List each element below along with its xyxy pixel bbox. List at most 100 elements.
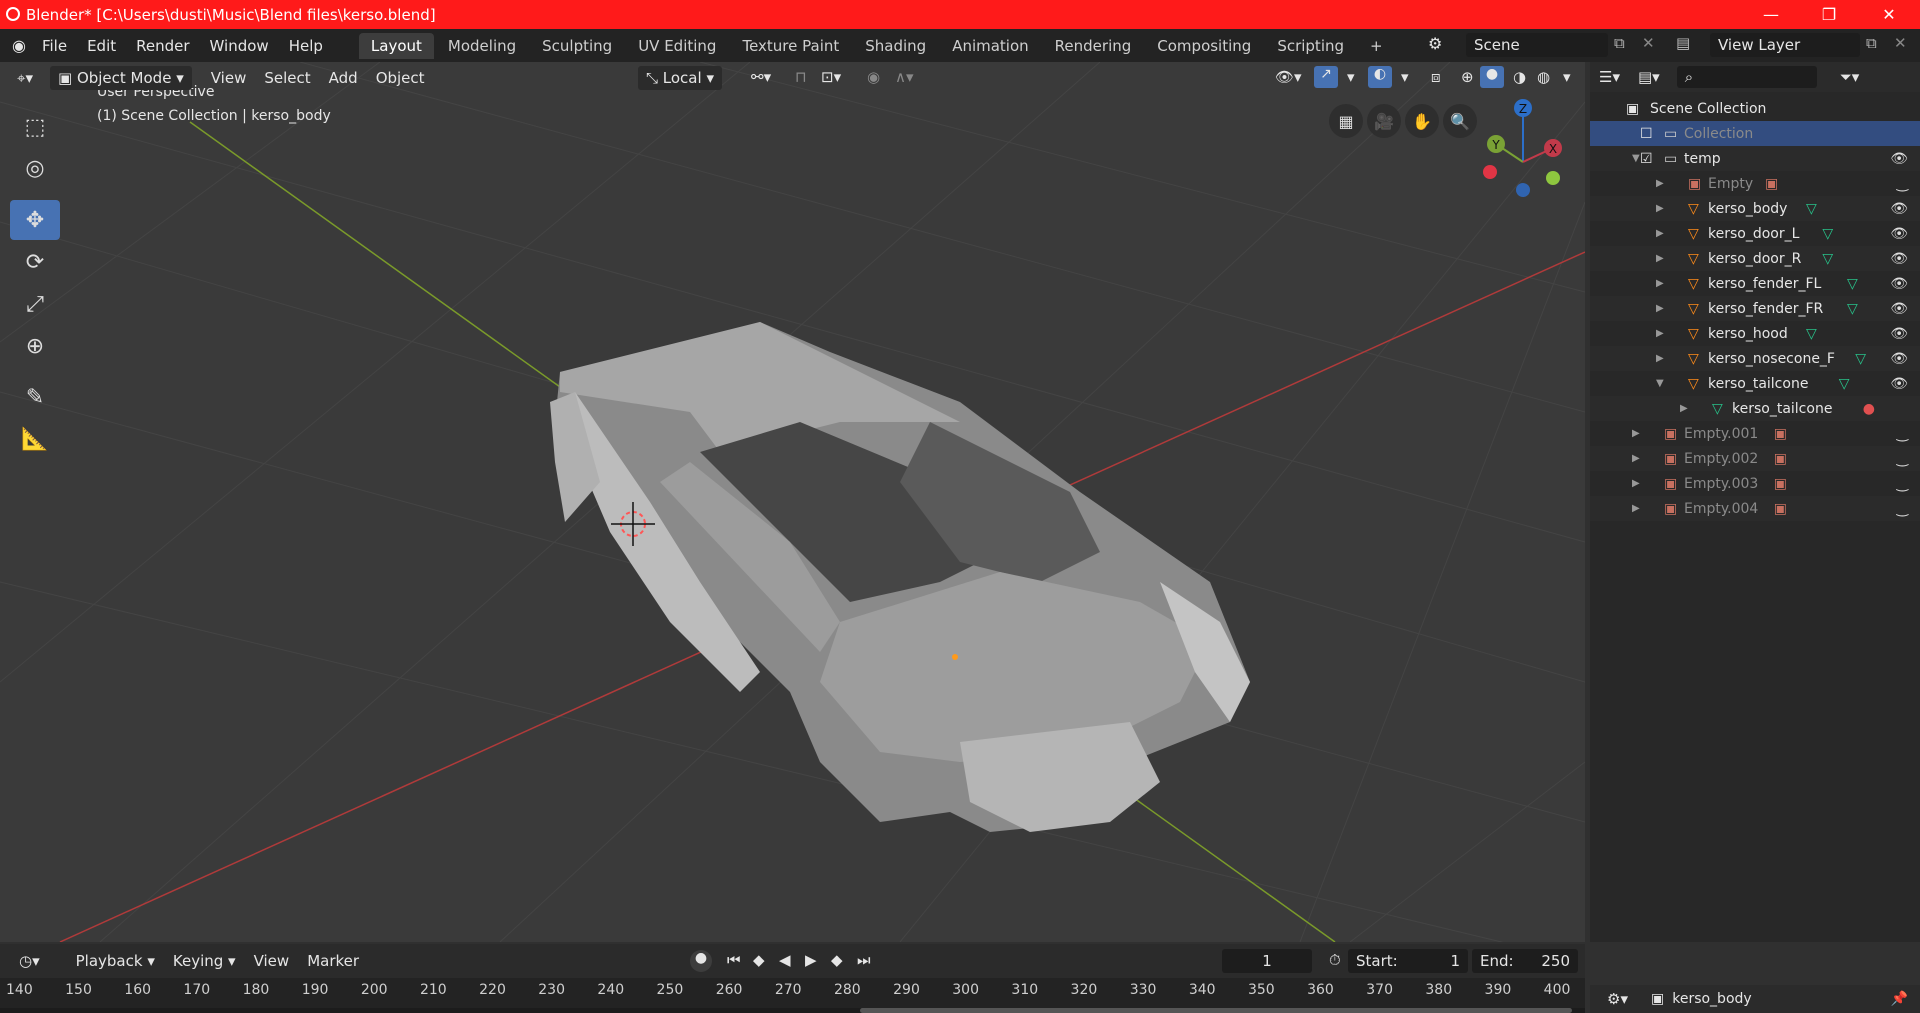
mesh-data-icon[interactable]: ▽ xyxy=(1822,251,1833,267)
visibility-eye-icon[interactable]: ‿ xyxy=(1897,476,1908,492)
add-workspace-button[interactable]: + xyxy=(1358,33,1395,59)
pin-icon[interactable]: 📌 xyxy=(1891,991,1908,1007)
editor-type-icon[interactable]: ⌖▾ xyxy=(8,66,42,90)
expand-arrow-icon[interactable]: ▶ xyxy=(1656,228,1664,239)
menu-add[interactable]: Add xyxy=(320,66,367,90)
current-frame-field[interactable]: 1 xyxy=(1222,949,1312,973)
tab-compositing[interactable]: Compositing xyxy=(1145,33,1263,59)
scene-selector-icon[interactable]: ⚙ xyxy=(1428,34,1442,53)
outliner-editor-type-icon[interactable]: ☰▾ xyxy=(1590,65,1629,89)
outliner-item-kerso-tailcone[interactable]: ▶ ▽ kerso_tailcone ● xyxy=(1590,396,1920,421)
tab-animation[interactable]: Animation xyxy=(940,33,1040,59)
pivot-point-icon[interactable]: ⚯▾ xyxy=(742,65,780,89)
expand-arrow-icon[interactable]: ▶ xyxy=(1680,403,1688,414)
expand-arrow-icon[interactable]: ▶ xyxy=(1632,428,1640,439)
menu-marker[interactable]: Marker xyxy=(298,949,368,973)
outliner-item-empty-004[interactable]: ▶ ▣ Empty.004 ▣ ‿ xyxy=(1590,496,1920,521)
transform-tool[interactable]: ⊕ xyxy=(10,326,60,366)
outliner-item-kerso-nosecone-f[interactable]: ▶ ▽ kerso_nosecone_F ▽ 👁 xyxy=(1590,346,1920,371)
new-scene-icon[interactable]: ⧉ xyxy=(1614,34,1625,52)
xray-icon[interactable]: ⧈ xyxy=(1422,65,1450,89)
menu-render[interactable]: Render xyxy=(126,37,199,55)
cursor-tool[interactable]: ◎ xyxy=(10,148,60,188)
empty-data-icon[interactable]: ▣ xyxy=(1774,501,1787,517)
overlay-dropdown-icon[interactable]: ▾ xyxy=(1392,65,1418,89)
menu-playback[interactable]: Playback ▾ xyxy=(67,949,164,973)
visibility-icon[interactable]: 👁▾ xyxy=(1266,65,1311,89)
visibility-eye-icon[interactable]: 👁 xyxy=(1890,301,1908,317)
new-view-layer-icon[interactable]: ⧉ xyxy=(1866,34,1877,52)
expand-arrow-icon[interactable]: ▶ xyxy=(1656,353,1664,364)
visibility-eye-icon[interactable]: 👁 xyxy=(1890,351,1908,367)
mesh-data-icon[interactable]: ▽ xyxy=(1847,276,1858,292)
snap-target-icon[interactable]: ⊡▾ xyxy=(812,65,850,89)
end-frame-field[interactable]: End: 250 xyxy=(1472,949,1578,973)
overlay-toggle-icon[interactable]: ◐ xyxy=(1368,66,1392,88)
tab-modeling[interactable]: Modeling xyxy=(436,33,528,59)
outliner-item-empty-002[interactable]: ▶ ▣ Empty.002 ▣ ‿ xyxy=(1590,446,1920,471)
mesh-data-icon[interactable]: ▽ xyxy=(1806,326,1817,342)
menu-view[interactable]: View xyxy=(202,66,256,90)
tab-scripting[interactable]: Scripting xyxy=(1265,33,1356,59)
mesh-data-icon[interactable]: ▽ xyxy=(1847,301,1858,317)
display-mode-icon[interactable]: ▤▾ xyxy=(1629,65,1669,89)
visibility-eye-icon[interactable]: 👁 xyxy=(1890,276,1908,292)
restore-button[interactable]: ❐ xyxy=(1806,0,1852,29)
transform-orientation-dropdown[interactable]: ⤡ Local ▾ xyxy=(638,66,722,90)
timeline-scrollbar[interactable] xyxy=(860,1008,1572,1013)
material-icon[interactable]: ● xyxy=(1863,401,1875,417)
outliner-item-kerso-door-r[interactable]: ▶ ▽ kerso_door_R ▽ 👁 xyxy=(1590,246,1920,271)
menu-help[interactable]: Help xyxy=(279,37,333,55)
view-layer-field[interactable]: View Layer xyxy=(1710,33,1860,57)
tab-sculpting[interactable]: Sculpting xyxy=(530,33,624,59)
outliner-item-empty[interactable]: ▶ ▣ Empty ▣ ‿ xyxy=(1590,171,1920,196)
expand-arrow-icon[interactable]: ▶ xyxy=(1632,478,1640,489)
menu-file[interactable]: File xyxy=(32,37,77,55)
timeline-ruler[interactable]: 140 150 160 170 180 190 200 210 220 230 240 250 260 2… xyxy=(0,978,1585,1013)
expand-arrow-icon[interactable]: ▶ xyxy=(1632,453,1640,464)
view-layer-icon[interactable]: ▤ xyxy=(1676,34,1690,52)
outliner-item-empty-001[interactable]: ▶ ▣ Empty.001 ▣ ‿ xyxy=(1590,421,1920,446)
shading-dropdown-icon[interactable]: ▾ xyxy=(1554,65,1580,89)
properties-editor-type-icon[interactable]: ⚙▾ xyxy=(1598,987,1637,1011)
jump-end-icon[interactable]: ⏭ xyxy=(848,948,880,972)
visibility-eye-icon[interactable]: ‿ xyxy=(1897,501,1908,517)
tab-rendering[interactable]: Rendering xyxy=(1043,33,1144,59)
remove-view-layer-icon[interactable]: ✕ xyxy=(1894,34,1907,52)
minimize-button[interactable]: — xyxy=(1748,0,1794,29)
tab-texture-paint[interactable]: Texture Paint xyxy=(730,33,851,59)
gizmo-dropdown-icon[interactable]: ▾ xyxy=(1338,65,1364,89)
outliner-item-collection[interactable]: ☐ ▭ Collection xyxy=(1590,121,1920,146)
mode-dropdown[interactable]: ▣ Object Mode ▾ xyxy=(49,66,192,90)
outliner-root[interactable]: ▣ Scene Collection xyxy=(1590,96,1920,121)
visibility-eye-icon[interactable]: 👁 xyxy=(1890,376,1908,392)
visibility-eye-icon[interactable]: 👁 xyxy=(1890,226,1908,242)
empty-data-icon[interactable]: ▣ xyxy=(1765,176,1778,192)
outliner-item-kerso-body[interactable]: ▶ ▽ kerso_body ▽ 👁 xyxy=(1590,196,1920,221)
scene-field[interactable]: Scene xyxy=(1466,33,1608,57)
expand-arrow-icon[interactable]: ▶ xyxy=(1656,303,1664,314)
empty-data-icon[interactable]: ▣ xyxy=(1774,451,1787,467)
tab-uv-editing[interactable]: UV Editing xyxy=(626,33,728,59)
rotate-tool[interactable]: ⟳ xyxy=(10,242,60,282)
outliner-item-temp[interactable]: ▼ ☑ ▭ temp 👁 xyxy=(1590,146,1920,171)
preview-range-icon[interactable]: ⏱ xyxy=(1320,948,1350,972)
outliner-item-kerso-hood[interactable]: ▶ ▽ kerso_hood ▽ 👁 xyxy=(1590,321,1920,346)
solid-shading-icon[interactable]: ● xyxy=(1480,66,1504,88)
camera-view-button[interactable]: 🎥 xyxy=(1367,104,1401,138)
outliner-item-kerso-fender-fl[interactable]: ▶ ▽ kerso_fender_FL ▽ 👁 xyxy=(1590,271,1920,296)
visibility-eye-icon[interactable]: 👁 xyxy=(1890,151,1908,167)
menu-window[interactable]: Window xyxy=(200,37,279,55)
visibility-eye-icon[interactable]: 👁 xyxy=(1890,251,1908,267)
visibility-eye-icon[interactable]: 👁 xyxy=(1890,201,1908,217)
outliner-item-empty-003[interactable]: ▶ ▣ Empty.003 ▣ ‿ xyxy=(1590,471,1920,496)
scale-tool[interactable]: ⤢ xyxy=(10,284,60,324)
start-frame-field[interactable]: Start: 1 xyxy=(1348,949,1468,973)
toggle-grid-view-button[interactable]: ▦ xyxy=(1329,104,1363,138)
expand-arrow-icon[interactable]: ▼ xyxy=(1632,153,1640,164)
mesh-data-icon[interactable]: ▽ xyxy=(1806,201,1817,217)
visibility-eye-icon[interactable]: ‿ xyxy=(1897,176,1908,192)
mesh-data-icon[interactable]: ▽ xyxy=(1822,226,1833,242)
menu-select[interactable]: Select xyxy=(255,66,319,90)
wireframe-shading-icon[interactable]: ⊕ xyxy=(1452,65,1483,89)
